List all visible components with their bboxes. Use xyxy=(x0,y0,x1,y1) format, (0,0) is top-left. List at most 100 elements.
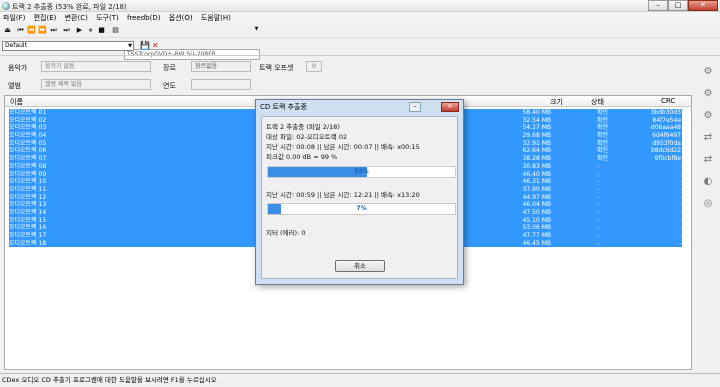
total-time-text: 지난 시간: 00:59 || 남은 시간: 12:21 || 배속: x13:… xyxy=(266,191,420,199)
cell-size: 53.06 MB xyxy=(522,224,551,232)
rip-partial-icon[interactable]: ⚙ xyxy=(700,108,716,124)
cell-status: - xyxy=(597,201,600,209)
menu-convert[interactable]: 변환(C) xyxy=(62,12,91,24)
peak-level-text: 피크값 0.00 dB = 99 % xyxy=(266,153,338,161)
extract-track-text: 트랙 2 추출중 (파일 2/18) xyxy=(266,123,340,131)
menu-tools[interactable]: 도구(T) xyxy=(93,12,122,24)
cd-app-icon xyxy=(2,2,10,10)
menu-file[interactable]: 파일(F) xyxy=(0,12,28,24)
maximize-button[interactable]: □ xyxy=(668,0,688,11)
title-bar: 트랙 2 추출중 (53% 완료, 파일 2/18) – □ ✕ xyxy=(0,0,720,12)
album-field[interactable]: 앨범 제목 없음 xyxy=(41,79,151,90)
cell-name: 오디오트랙 03 xyxy=(9,124,47,132)
year-label: 연도 xyxy=(163,82,176,90)
cell-name: 오디오트랙 18 xyxy=(9,239,47,247)
delete-icon[interactable]: ✕ xyxy=(152,41,159,50)
cell-size: 37.90 MB xyxy=(522,185,551,193)
cell-size: 38.28 MB xyxy=(522,155,551,163)
record-icon[interactable]: ◐ xyxy=(700,174,716,190)
album-label: 앨범 xyxy=(8,82,21,90)
column-size[interactable]: 크기 xyxy=(550,97,563,107)
cell-name: 오디오트랙 13 xyxy=(9,201,47,209)
column-status[interactable]: 상태 xyxy=(591,97,604,107)
cell-size: 32.91 MB xyxy=(522,139,551,147)
convert-icon[interactable]: ⇄ xyxy=(700,130,716,146)
rip-tracks-icon[interactable]: ⚙ xyxy=(700,86,716,102)
cell-crc: b8dc6d22 xyxy=(651,147,681,155)
skip-end-icon[interactable]: ⏭ xyxy=(49,26,58,35)
target-file-text: 대상 파일: 02-오디오트랙 02 xyxy=(266,133,348,141)
cell-status: - xyxy=(597,239,600,247)
drive-settings-icon[interactable]: ▤ xyxy=(111,26,120,35)
cell-size: 29.68 MB xyxy=(522,132,551,140)
column-name[interactable]: 이름 xyxy=(10,97,23,107)
cell-status: - xyxy=(597,193,600,201)
dialog-minimize-button[interactable]: – xyxy=(409,102,421,112)
track-progress-bar: 53% xyxy=(267,166,456,178)
genre-select[interactable]: 장르없음 xyxy=(191,61,251,72)
save-icon[interactable]: 💾 xyxy=(140,41,150,50)
menu-options[interactable]: 옵션(O) xyxy=(166,12,196,24)
cell-size: 44.97 MB xyxy=(522,193,551,201)
cell-name: 오디오트랙 17 xyxy=(9,232,47,239)
cell-crc: - xyxy=(678,193,681,201)
rip-icon[interactable]: ⚙ xyxy=(700,64,716,80)
menu-edit[interactable]: 편집(E) xyxy=(31,12,60,24)
cell-name: 오디오트랙 04 xyxy=(9,132,47,140)
minimize-button[interactable]: – xyxy=(648,0,668,11)
cell-crc: - xyxy=(678,239,681,247)
play-icon[interactable]: ▶ xyxy=(75,26,84,35)
cell-name: 오디오트랙 07 xyxy=(9,155,47,163)
cell-crc: - xyxy=(678,201,681,209)
cell-crc: 3bdb30d3 xyxy=(650,109,681,116)
artist-field[interactable]: 음악가 없음 xyxy=(41,61,151,72)
menu-freedb[interactable]: freedb(D) xyxy=(124,13,164,23)
cell-name: 오디오트랙 10 xyxy=(9,178,47,186)
genre-label: 장르 xyxy=(163,64,176,72)
cell-crc: d953f0da xyxy=(652,139,681,147)
cell-size: 45.10 MB xyxy=(522,216,551,224)
cell-size: 30.83 MB xyxy=(522,162,551,170)
cell-status: - xyxy=(597,170,600,178)
cell-name: 오디오트랙 08 xyxy=(9,162,47,170)
cell-crc: - xyxy=(678,216,681,224)
playlist-icon[interactable]: ◎ xyxy=(700,196,716,212)
pause-icon[interactable]: ⏸ xyxy=(86,26,95,35)
year-field[interactable] xyxy=(191,79,251,90)
side-toolbar: ⚙ ⚙ ⚙ ⇄ ⇄ ◐ ◎ xyxy=(696,56,720,376)
chevron-down-icon[interactable]: ▼ xyxy=(252,25,261,34)
convert-files-icon[interactable]: ⇄ xyxy=(700,152,716,168)
dialog-close-button[interactable]: ✕ xyxy=(441,102,459,112)
cell-size: 62.64 MB xyxy=(522,147,551,155)
cell-status: - xyxy=(597,178,600,186)
column-crc[interactable]: CRC xyxy=(661,97,675,105)
preset-select[interactable]: Default ▼ xyxy=(2,41,134,51)
cell-size: 46.04 MB xyxy=(522,201,551,209)
cell-status: 확인 xyxy=(597,109,609,116)
menu-bar: 파일(F) 편집(E) 변환(C) 도구(T) freedb(D) 옵션(O) … xyxy=(0,12,720,23)
main-window: 트랙 2 추출중 (53% 완료, 파일 2/18) – □ ✕ 파일(F) 편… xyxy=(0,0,720,387)
cell-crc: - xyxy=(678,170,681,178)
status-bar: CDex 오디오 CD 추출기 프로그램에 대한 도움말을 보시려면 F1을 누… xyxy=(0,373,720,387)
rewind-start-icon[interactable]: ⏮ xyxy=(16,26,25,35)
cell-name: 오디오트랙 06 xyxy=(9,147,47,155)
cell-size: 47.77 MB xyxy=(522,232,551,239)
cell-status: - xyxy=(597,232,600,239)
cell-status: 확인 xyxy=(597,147,609,155)
fast-forward-icon[interactable]: ⏩ xyxy=(38,26,47,35)
dialog-title: CD 트랙 추출중 xyxy=(260,103,307,111)
menu-help[interactable]: 도움말(H) xyxy=(198,12,234,24)
cell-crc: - xyxy=(678,178,681,186)
next-track-icon[interactable]: ⏭ xyxy=(62,26,71,35)
close-button[interactable]: ✕ xyxy=(688,0,718,11)
rewind-icon[interactable]: ⏪ xyxy=(27,26,36,35)
cell-size: 54.27 MB xyxy=(522,124,551,132)
eject-icon[interactable]: ⏏ xyxy=(3,26,12,35)
artist-label: 음악가 xyxy=(8,64,28,72)
cell-status: 확인 xyxy=(597,124,609,132)
cell-size: 32.54 MB xyxy=(522,116,551,124)
cancel-button[interactable]: 취소 xyxy=(335,260,385,272)
track-offset-field[interactable]: 0 xyxy=(306,61,322,72)
cell-status: - xyxy=(597,208,600,216)
stop-icon[interactable]: ■ xyxy=(97,26,106,35)
